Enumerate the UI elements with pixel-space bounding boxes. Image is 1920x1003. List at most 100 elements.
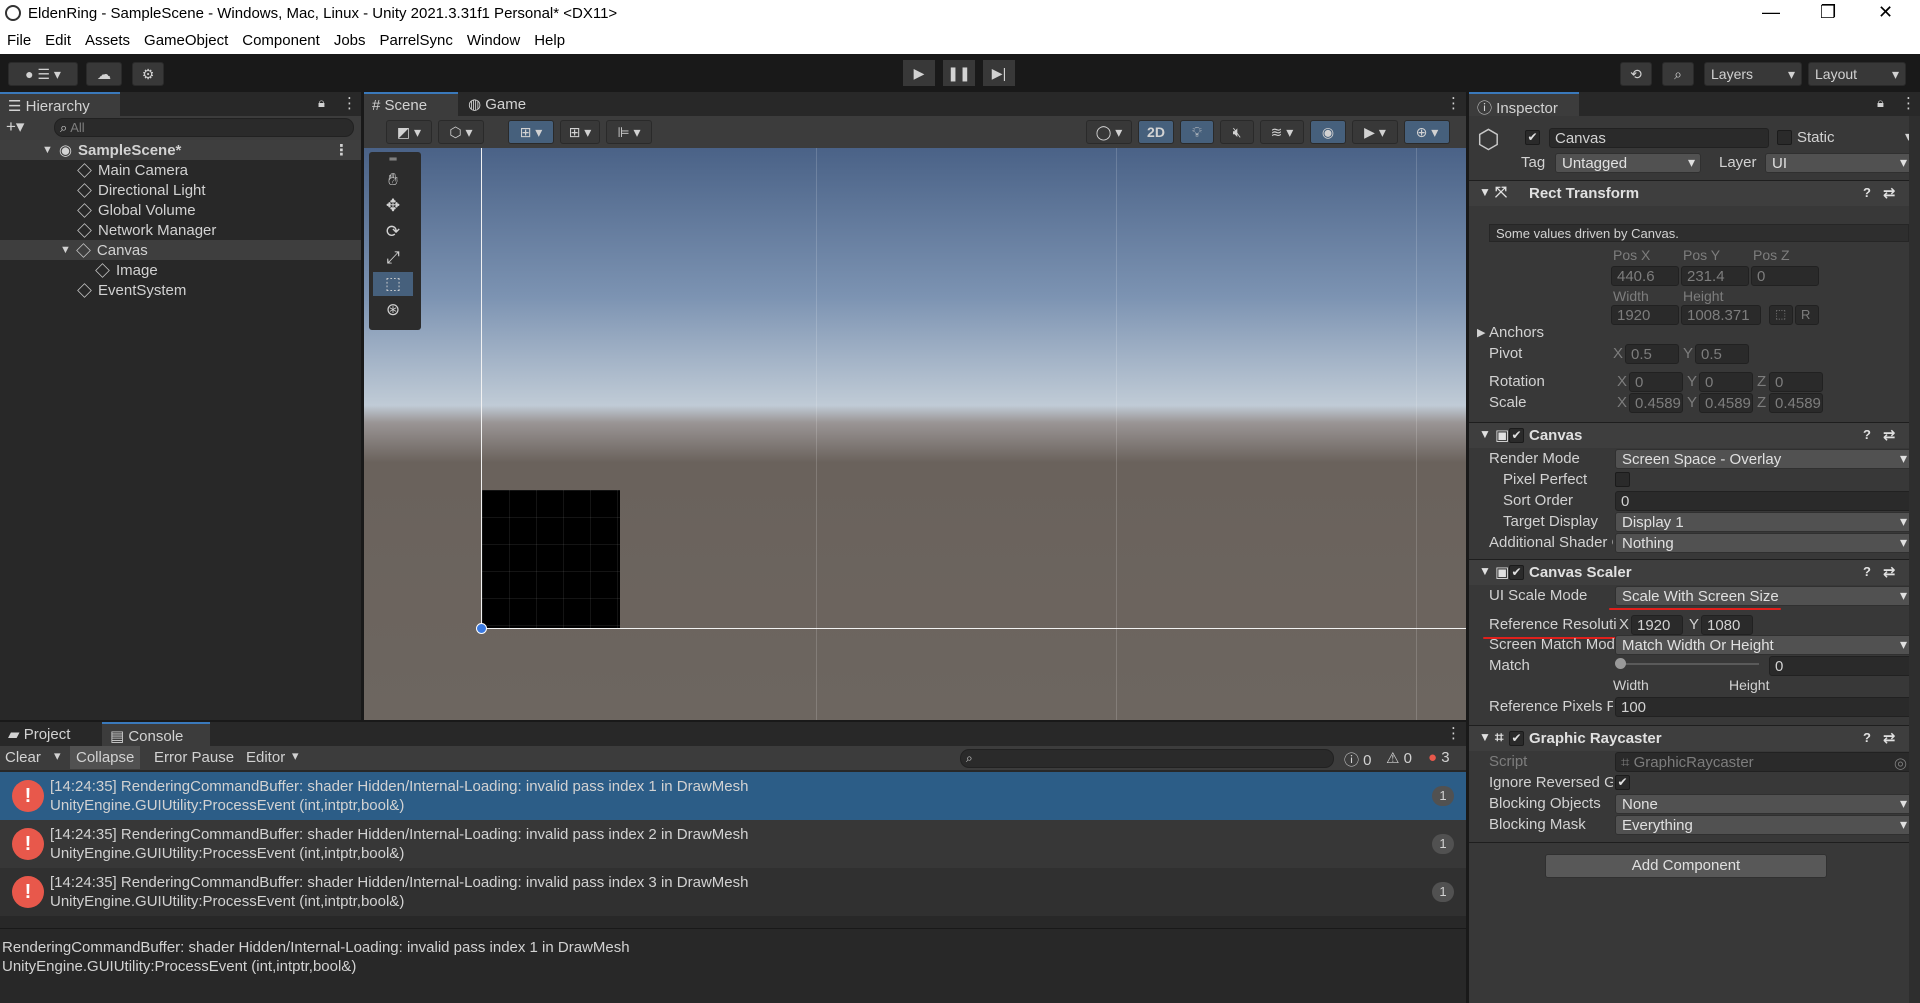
shading-dropdown[interactable]: ◯ ▾ <box>1086 120 1132 144</box>
gizmo-cube-dropdown[interactable]: ⬡ ▾ <box>438 120 484 144</box>
editor-dropdown[interactable]: Editor <box>246 749 285 766</box>
graphic-raycaster-header[interactable]: ▼ ⌗ ✔ Graphic Raycaster ? ⇄ ⋮ <box>1469 725 1920 751</box>
hierarchy-item-image[interactable]: Image <box>0 260 361 280</box>
tab-console[interactable]: ▤ Console <box>102 722 210 746</box>
snap-dropdown[interactable]: ⊞ ▾ <box>560 120 600 144</box>
mode-2d-toggle[interactable]: 2D <box>1138 120 1174 144</box>
log-entry[interactable]: ! [14:24:35] RenderingCommandBuffer: sha… <box>0 772 1466 820</box>
expand-arrow-icon[interactable]: ▼ <box>1479 185 1491 199</box>
ui-image-object[interactable] <box>482 490 620 628</box>
hierarchy-item-eventsystem[interactable]: EventSystem <box>0 280 361 300</box>
add-component-button[interactable]: Add Component <box>1545 854 1827 878</box>
tab-game[interactable]: ◍ Game <box>460 92 550 116</box>
log-entry[interactable]: ! [14:24:35] RenderingCommandBuffer: sha… <box>0 820 1466 868</box>
static-checkbox[interactable] <box>1777 130 1792 145</box>
hierarchy-item-global-volume[interactable]: Global Volume <box>0 200 361 220</box>
canvas-scaler-header[interactable]: ▼ ▣ ✔ Canvas Scaler ? ⇄ ⋮ <box>1469 559 1920 585</box>
cloud-button[interactable]: ☁ <box>86 62 122 86</box>
inspector-scrollbar[interactable] <box>1909 116 1920 1003</box>
menu-component[interactable]: Component <box>235 28 327 49</box>
enabled-checkbox[interactable]: ✔ <box>1509 428 1524 443</box>
camera-dropdown[interactable]: ▶ ▾ <box>1352 120 1398 144</box>
pivot-x-field[interactable]: 0.5 <box>1625 344 1679 364</box>
kebab-menu-icon[interactable]: ⋮ <box>334 141 349 159</box>
error-count-toggle[interactable]: ● 3 <box>1428 749 1450 766</box>
history-button[interactable]: ⟲ <box>1620 62 1652 86</box>
preset-icon[interactable]: ⇄ <box>1883 563 1896 581</box>
hierarchy-item-canvas[interactable]: ▼ Canvas <box>0 240 361 260</box>
shader-channels-dropdown[interactable]: Nothing <box>1615 533 1913 553</box>
height-field[interactable]: 1008.371 <box>1681 305 1761 325</box>
close-button[interactable]: ✕ <box>1878 2 1893 23</box>
posx-field[interactable]: 440.6 <box>1611 266 1679 286</box>
lock-icon[interactable]: 🔒︎ <box>318 95 325 111</box>
pixel-perfect-checkbox[interactable] <box>1615 472 1630 487</box>
draw-mode-dropdown[interactable]: ◩ ▾ <box>386 120 432 144</box>
preset-icon[interactable]: ⇄ <box>1883 729 1896 747</box>
expand-arrow-icon[interactable]: ▶ <box>1477 326 1485 339</box>
object-name-field[interactable]: Canvas <box>1549 128 1769 148</box>
tab-scene[interactable]: # Scene <box>364 92 458 116</box>
lighting-toggle[interactable]: 💡︎ <box>1180 120 1214 144</box>
log-entry[interactable]: ! [14:24:35] RenderingCommandBuffer: sha… <box>0 868 1466 916</box>
match-slider-track[interactable] <box>1619 663 1759 665</box>
hierarchy-item-network-manager[interactable]: Network Manager <box>0 220 361 240</box>
reference-y-field[interactable]: 1080 <box>1701 615 1753 635</box>
reference-x-field[interactable]: 1920 <box>1631 615 1683 635</box>
ui-scale-mode-dropdown[interactable]: Scale With Screen Size <box>1615 586 1913 606</box>
chevron-down-icon[interactable]: ▾ <box>54 748 61 764</box>
layer-dropdown[interactable]: UI <box>1765 153 1913 173</box>
render-mode-dropdown[interactable]: Screen Space - Overlay <box>1615 449 1913 469</box>
collapse-toggle[interactable]: Collapse <box>70 746 141 769</box>
menu-jobs[interactable]: Jobs <box>327 28 373 49</box>
hierarchy-search-input[interactable]: ⌕ All <box>54 118 354 137</box>
kebab-menu-icon[interactable]: ⋮ <box>1446 94 1461 112</box>
posy-field[interactable]: 231.4 <box>1681 266 1749 286</box>
match-slider-thumb[interactable] <box>1615 658 1626 669</box>
add-icon[interactable]: +▾ <box>6 117 24 137</box>
menu-window[interactable]: Window <box>460 28 527 49</box>
rotation-x-field[interactable]: 0 <box>1629 372 1683 392</box>
pivot-y-field[interactable]: 0.5 <box>1695 344 1749 364</box>
transform-tool-icon[interactable]: ⊛ <box>373 298 413 322</box>
blocking-mask-dropdown[interactable]: Everything <box>1615 815 1913 835</box>
tag-dropdown[interactable]: Untagged <box>1555 153 1701 173</box>
anchors-label[interactable]: Anchors <box>1489 324 1544 341</box>
rotation-y-field[interactable]: 0 <box>1699 372 1753 392</box>
lock-icon[interactable]: 🔒︎ <box>1877 95 1884 111</box>
enabled-checkbox[interactable]: ✔ <box>1509 731 1524 746</box>
tab-project[interactable]: ▰ Project <box>0 722 100 746</box>
collab-button[interactable]: ⚙ <box>132 62 164 86</box>
rect-tool-icon[interactable]: ⬚ <box>373 272 413 296</box>
visibility-toggle[interactable]: ◉ <box>1310 120 1346 144</box>
preset-icon[interactable]: ⇄ <box>1883 184 1896 202</box>
hierarchy-item-directional-light[interactable]: Directional Light <box>0 180 361 200</box>
scene-viewport[interactable]: ═ ✋︎ ✥ ⟳ ⤢ ⬚ ⊛ <box>364 148 1466 720</box>
tab-hierarchy[interactable]: ☰ Hierarchy <box>0 92 120 116</box>
warning-count-toggle[interactable]: ⚠ 0 <box>1386 749 1412 767</box>
active-checkbox[interactable]: ✔ <box>1525 130 1540 145</box>
hierarchy-item-main-camera[interactable]: Main Camera <box>0 160 361 180</box>
help-icon[interactable]: ? <box>1863 564 1871 579</box>
pause-button[interactable]: ❚❚ <box>943 60 975 86</box>
help-icon[interactable]: ? <box>1863 427 1871 442</box>
kebab-menu-icon[interactable]: ⋮ <box>342 94 357 112</box>
script-field[interactable]: ⌗ GraphicRaycaster ◎ <box>1615 752 1913 772</box>
play-button[interactable]: ▶ <box>903 60 935 86</box>
layers-dropdown[interactable]: Layers ▾ <box>1704 62 1802 86</box>
error-pause-toggle[interactable]: Error Pause <box>154 749 234 766</box>
tab-inspector[interactable]: ⓘ Inspector <box>1469 92 1579 117</box>
expand-arrow-icon[interactable]: ▼ <box>1479 564 1491 578</box>
screen-match-mode-dropdown[interactable]: Match Width Or Height <box>1615 635 1913 655</box>
help-icon[interactable]: ? <box>1863 730 1871 745</box>
scene-row[interactable]: ▼ ◉ SampleScene* ⋮ <box>0 140 361 160</box>
grid-snap-dropdown[interactable]: ⊞ ▾ <box>508 120 554 144</box>
search-button[interactable]: ⌕ <box>1662 62 1694 86</box>
ignore-reversed-checkbox[interactable]: ✔ <box>1615 775 1630 790</box>
rotation-z-field[interactable]: 0 <box>1769 372 1823 392</box>
increment-dropdown[interactable]: ⊫ ▾ <box>606 120 652 144</box>
match-value-field[interactable]: 0 <box>1769 656 1913 676</box>
canvas-component-header[interactable]: ▼ ▣ ✔ Canvas ? ⇄ ⋮ <box>1469 422 1920 448</box>
effects-dropdown[interactable]: ≋ ▾ <box>1260 120 1304 144</box>
menu-file[interactable]: File <box>0 28 38 49</box>
